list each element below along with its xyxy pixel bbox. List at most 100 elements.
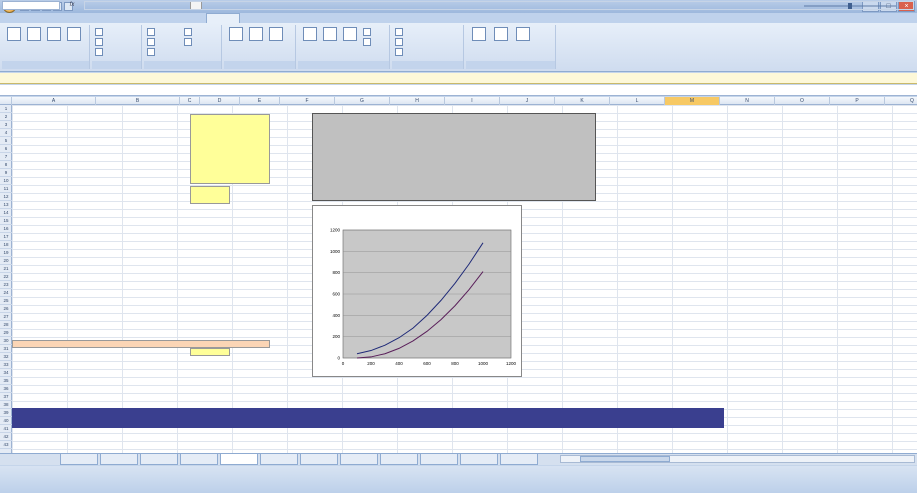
ribbon-tab-3[interactable] (134, 13, 168, 23)
ribbon-tab-1[interactable] (62, 13, 96, 23)
row-header-11[interactable]: 12 (0, 193, 12, 201)
ribbon-big-button-8[interactable] (301, 27, 319, 54)
insert-function-button[interactable]: fx (62, 1, 82, 10)
row-header-2[interactable]: 3 (0, 121, 12, 129)
row-header-6[interactable]: 7 (0, 153, 12, 161)
ribbon-tab-4[interactable] (170, 13, 204, 23)
ribbon-small-button-3[interactable] (95, 48, 105, 56)
row-header-18[interactable]: 19 (0, 249, 12, 257)
column-header-4[interactable]: D (200, 97, 240, 105)
ribbon-small-button-12[interactable] (395, 38, 405, 46)
row-header-38[interactable]: 39 (0, 409, 12, 417)
row-header-8[interactable]: 9 (0, 169, 12, 177)
sheet-tab-6[interactable] (300, 454, 338, 465)
column-header-14[interactable]: N (720, 97, 775, 105)
row-header-41[interactable]: 42 (0, 433, 12, 441)
row-header-32[interactable]: 33 (0, 361, 12, 369)
row-header-1[interactable]: 2 (0, 113, 12, 121)
sheet-tab-2[interactable] (140, 454, 178, 465)
input-cell-yellow-3[interactable] (190, 348, 230, 356)
column-header-1[interactable]: A (12, 97, 96, 105)
ribbon-small-button-2[interactable] (95, 38, 105, 46)
row-header-14[interactable]: 15 (0, 217, 12, 225)
input-cells-yellow[interactable] (190, 114, 270, 184)
row-header-13[interactable]: 14 (0, 209, 12, 217)
ribbon-big-button-2[interactable] (25, 27, 43, 54)
ribbon-small-button-10[interactable] (363, 38, 373, 46)
row-header-30[interactable]: 31 (0, 345, 12, 353)
column-header-2[interactable]: B (96, 97, 180, 105)
ribbon-big-button-4[interactable] (65, 27, 83, 54)
row-header-9[interactable]: 10 (0, 177, 12, 185)
row-header-26[interactable]: 27 (0, 313, 12, 321)
column-header-5[interactable]: E (240, 97, 280, 105)
input-cells-yellow-2[interactable] (190, 186, 230, 204)
ribbon-big-button-12[interactable] (492, 27, 510, 54)
ribbon-small-button-11[interactable] (395, 28, 405, 36)
ribbon-small-button-6[interactable] (147, 48, 157, 56)
column-header-11[interactable]: K (555, 97, 610, 105)
ribbon-small-button-4[interactable] (147, 28, 157, 36)
column-header-10[interactable]: J (500, 97, 555, 105)
column-header-12[interactable]: L (610, 97, 665, 105)
row-header-34[interactable]: 35 (0, 377, 12, 385)
column-header-0[interactable] (0, 97, 12, 105)
row-header-15[interactable]: 16 (0, 225, 12, 233)
row-header-10[interactable]: 11 (0, 185, 12, 193)
ribbon-big-button-9[interactable] (321, 27, 339, 54)
sheet-tab-7[interactable] (340, 454, 378, 465)
column-header-15[interactable]: O (775, 97, 830, 105)
row-header-28[interactable]: 29 (0, 329, 12, 337)
ribbon-big-button-10[interactable] (341, 27, 359, 54)
sheet-tab-1[interactable] (100, 454, 138, 465)
sheet-tab-4[interactable] (220, 454, 258, 465)
ribbon-tab-7[interactable] (278, 13, 312, 23)
row-header-36[interactable]: 37 (0, 393, 12, 401)
row-header-17[interactable]: 18 (0, 241, 12, 249)
ribbon-big-button-5[interactable] (227, 27, 245, 54)
row-header-42[interactable]: 43 (0, 441, 12, 449)
ribbon-small-button-9[interactable] (363, 28, 373, 36)
row-header-35[interactable]: 36 (0, 385, 12, 393)
ribbon-small-button-5[interactable] (147, 38, 157, 46)
column-header-13[interactable]: M (665, 97, 720, 105)
row-header-21[interactable]: 22 (0, 273, 12, 281)
name-box[interactable] (2, 1, 60, 10)
row-header-40[interactable]: 41 (0, 425, 12, 433)
row-header-24[interactable]: 25 (0, 297, 12, 305)
row-header-20[interactable]: 21 (0, 265, 12, 273)
sheet-tab-10[interactable] (460, 454, 498, 465)
ribbon-small-button-13[interactable] (395, 48, 405, 56)
sheet-tab-11[interactable] (500, 454, 538, 465)
row-header-39[interactable]: 40 (0, 417, 12, 425)
chart[interactable]: 0 200 400 600 800 1000 1200 0 200 400 600 800 1000 1… (312, 205, 522, 377)
ribbon-tab-0[interactable] (26, 13, 60, 23)
row-header-29[interactable]: 30 (0, 337, 12, 345)
ribbon-small-button-7[interactable] (184, 28, 194, 36)
ribbon-big-button-13[interactable] (514, 27, 532, 54)
row-header-33[interactable]: 34 (0, 369, 12, 377)
row-header-12[interactable]: 13 (0, 201, 12, 209)
ribbon-small-button-8[interactable] (184, 38, 194, 46)
row-header-4[interactable]: 5 (0, 137, 12, 145)
row-header-5[interactable]: 6 (0, 145, 12, 153)
ribbon-tab-6[interactable] (242, 13, 276, 23)
formula-input[interactable] (84, 1, 914, 10)
sheet-tab-8[interactable] (380, 454, 418, 465)
row-header-37[interactable]: 38 (0, 401, 12, 409)
column-header-8[interactable]: H (390, 97, 445, 105)
zoom-slider[interactable] (800, 3, 900, 9)
sheet-tab-9[interactable] (420, 454, 458, 465)
ribbon-big-button-1[interactable] (5, 27, 23, 54)
ribbon-tab-9[interactable] (350, 13, 384, 23)
row-header-23[interactable]: 24 (0, 289, 12, 297)
row-header-19[interactable]: 20 (0, 257, 12, 265)
row-header-0[interactable]: 1 (0, 105, 12, 113)
ribbon-tab-5[interactable] (206, 13, 240, 23)
row-header-7[interactable]: 8 (0, 161, 12, 169)
ribbon-big-button-7[interactable] (267, 27, 285, 54)
ribbon-big-button-11[interactable] (470, 27, 488, 54)
column-header-3[interactable]: C (180, 97, 200, 105)
ribbon-small-button-1[interactable] (95, 28, 105, 36)
row-header-22[interactable]: 23 (0, 281, 12, 289)
